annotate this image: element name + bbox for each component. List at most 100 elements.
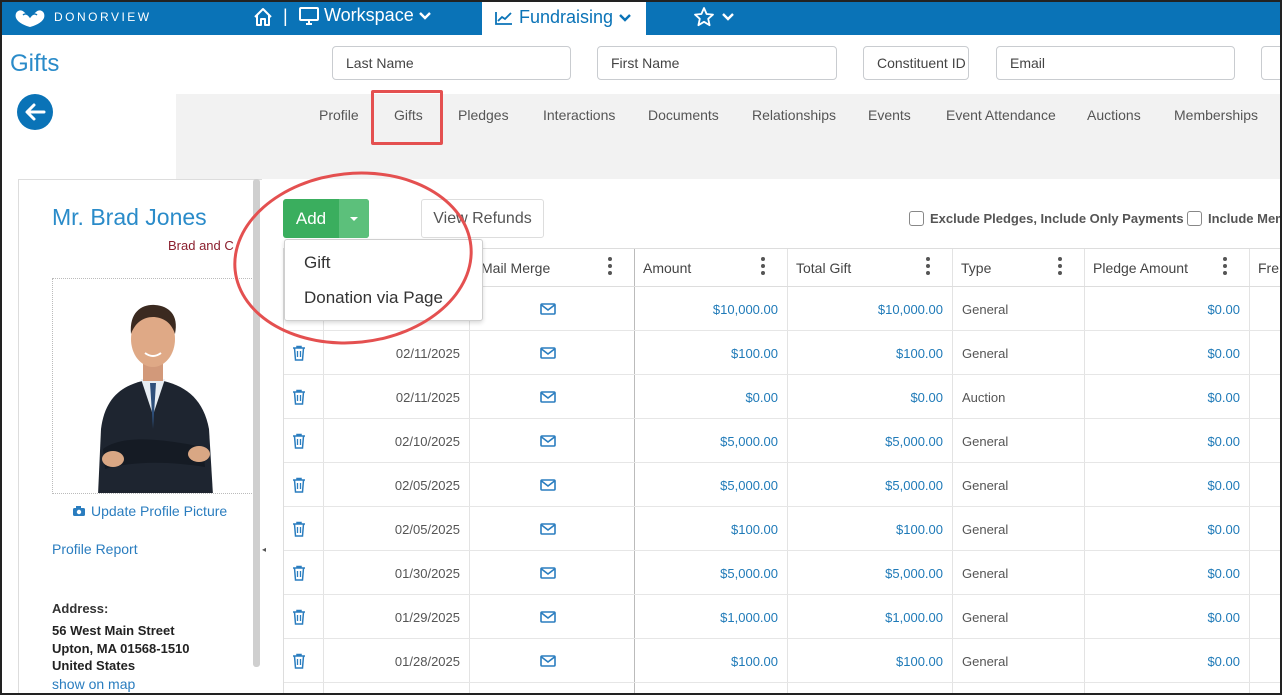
table-row[interactable]: 02/10/2025 $5,000.00 $5,000.00 General $0.00 [284, 419, 1282, 463]
pledge-amount[interactable]: $0.00 [1085, 551, 1240, 595]
column-menu-icon[interactable] [608, 257, 612, 275]
header-mail-merge[interactable]: Mail Merge [469, 248, 634, 287]
tab-memberships[interactable]: Memberships [1174, 107, 1258, 123]
header-pledge-amount[interactable]: Pledge Amount [1084, 248, 1249, 287]
total-gift[interactable]: $10,000.00 [788, 287, 943, 331]
mail-merge-button[interactable] [540, 595, 560, 639]
pledge-amount[interactable]: $0.00 [1085, 287, 1240, 331]
mail-merge-button[interactable] [540, 287, 560, 331]
total-gift[interactable]: $5,000.00 [788, 419, 943, 463]
menu-item-gift[interactable]: Gift [304, 253, 330, 273]
email-field[interactable] [996, 46, 1235, 80]
header-type[interactable]: Type [952, 248, 1084, 287]
pledge-amount[interactable]: $0.00 [1085, 375, 1240, 419]
extra-search-field[interactable] [1261, 46, 1282, 80]
gift-amount[interactable]: $5,000.00 [635, 463, 778, 507]
tab-auctions[interactable]: Auctions [1087, 107, 1141, 123]
mail-merge-button[interactable] [540, 507, 560, 551]
total-gift[interactable]: $0.00 [788, 375, 943, 419]
menu-item-donation-via-page[interactable]: Donation via Page [304, 288, 443, 308]
tab-documents[interactable]: Documents [648, 107, 719, 123]
gift-amount[interactable]: $10,000.00 [635, 287, 778, 331]
collapse-panel-icon[interactable]: ◂ [262, 545, 266, 554]
first-name-field[interactable] [597, 46, 837, 80]
mail-merge-button[interactable] [540, 419, 560, 463]
add-dropdown-toggle[interactable] [339, 199, 369, 238]
total-gift[interactable]: $5,000.00 [788, 463, 943, 507]
gift-amount[interactable]: $100.00 [635, 331, 778, 375]
back-button[interactable] [17, 94, 53, 130]
mail-merge-button[interactable] [540, 463, 560, 507]
table-row[interactable]: 02/05/2025 $5,000.00 $5,000.00 General $0.00 [284, 463, 1282, 507]
delete-button[interactable] [292, 639, 316, 683]
pledge-amount[interactable]: $0.00 [1085, 463, 1240, 507]
delete-button[interactable] [292, 507, 316, 551]
exclude-pledges-checkbox[interactable] [909, 211, 924, 226]
envelope-icon [540, 611, 556, 623]
mail-merge-button[interactable] [540, 551, 560, 595]
total-gift[interactable]: $5,000.00 [788, 551, 943, 595]
view-refunds-button[interactable]: View Refunds [421, 199, 544, 238]
column-menu-icon[interactable] [926, 257, 930, 275]
header-frequency[interactable]: Fre [1249, 248, 1282, 287]
mail-merge-button[interactable] [540, 639, 560, 683]
tab-relationships[interactable]: Relationships [752, 107, 836, 123]
gift-amount[interactable]: $1,000.00 [635, 595, 778, 639]
address-label: Address: [52, 601, 109, 616]
table-row[interactable]: 01/29/2025 $1,000.00 $1,000.00 General $0.00 [284, 595, 1282, 639]
mail-merge-button[interactable] [540, 375, 560, 419]
gift-amount[interactable]: $0.00 [635, 375, 778, 419]
include-memberships-option[interactable]: Include Mem [1187, 211, 1282, 226]
pledge-amount[interactable]: $0.00 [1085, 419, 1240, 463]
table-row[interactable]: 01/30/2025 $5,000.00 $5,000.00 General $0.00 [284, 551, 1282, 595]
show-on-map-link[interactable]: show on map [52, 676, 135, 692]
exclude-pledges-option[interactable]: Exclude Pledges, Include Only Payments [909, 211, 1184, 226]
total-gift[interactable]: $100.00 [788, 331, 943, 375]
total-gift[interactable]: $100.00 [788, 507, 943, 551]
favorites-menu[interactable] [693, 6, 735, 28]
delete-button[interactable] [292, 551, 316, 595]
delete-button[interactable] [292, 419, 316, 463]
pledge-amount[interactable]: $0.00 [1085, 507, 1240, 551]
gift-amount[interactable]: $5,000.00 [635, 419, 778, 463]
include-memberships-checkbox[interactable] [1187, 211, 1202, 226]
delete-button[interactable] [292, 595, 316, 639]
workspace-menu[interactable]: Workspace [298, 5, 432, 26]
pledge-amount[interactable]: $0.00 [1085, 595, 1240, 639]
home-button[interactable] [252, 6, 274, 33]
add-button[interactable]: Add [283, 199, 339, 238]
table-row[interactable]: 02/05/2025 $100.00 $100.00 General $0.00 [284, 507, 1282, 551]
delete-button[interactable] [292, 331, 316, 375]
table-row[interactable]: 01/28/2025 $100.00 $100.00 General $0.00 [284, 639, 1282, 683]
tab-event-attendance[interactable]: Event Attendance [946, 107, 1056, 123]
update-profile-picture-link[interactable]: Update Profile Picture [72, 503, 227, 519]
donorview-logo[interactable]: DONORVIEW [12, 6, 152, 28]
column-menu-icon[interactable] [1058, 257, 1062, 275]
table-row[interactable]: 02/11/2025 $100.00 $100.00 General $0.00 [284, 331, 1282, 375]
delete-button[interactable] [292, 375, 316, 419]
mail-merge-button[interactable] [540, 331, 560, 375]
column-menu-icon[interactable] [1223, 257, 1227, 275]
last-name-field[interactable] [332, 46, 571, 80]
gift-amount[interactable]: $100.00 [635, 507, 778, 551]
column-menu-icon[interactable] [761, 257, 765, 275]
profile-panel-scrollbar[interactable] [253, 179, 260, 667]
header-total-gift[interactable]: Total Gift [787, 248, 952, 287]
total-gift[interactable]: $100.00 [788, 639, 943, 683]
tab-events[interactable]: Events [868, 107, 911, 123]
total-gift[interactable]: $1,000.00 [788, 595, 943, 639]
fundraising-menu[interactable]: Fundraising [482, 0, 646, 35]
tab-pledges[interactable]: Pledges [458, 107, 509, 123]
tab-profile[interactable]: Profile [319, 107, 359, 123]
pledge-amount[interactable]: $0.00 [1085, 331, 1240, 375]
table-row[interactable]: 02/11/2025 $0.00 $0.00 Auction $0.00 [284, 375, 1282, 419]
gift-amount[interactable]: $5,000.00 [635, 551, 778, 595]
pledge-amount[interactable]: $0.00 [1085, 639, 1240, 683]
gift-amount[interactable]: $100.00 [635, 639, 778, 683]
delete-button[interactable] [292, 463, 316, 507]
profile-report-link[interactable]: Profile Report [52, 541, 138, 557]
header-amount[interactable]: Amount [634, 248, 787, 287]
header-label: Total Gift [796, 259, 852, 276]
constituent-id-field[interactable] [863, 46, 969, 80]
tab-interactions[interactable]: Interactions [543, 107, 615, 123]
